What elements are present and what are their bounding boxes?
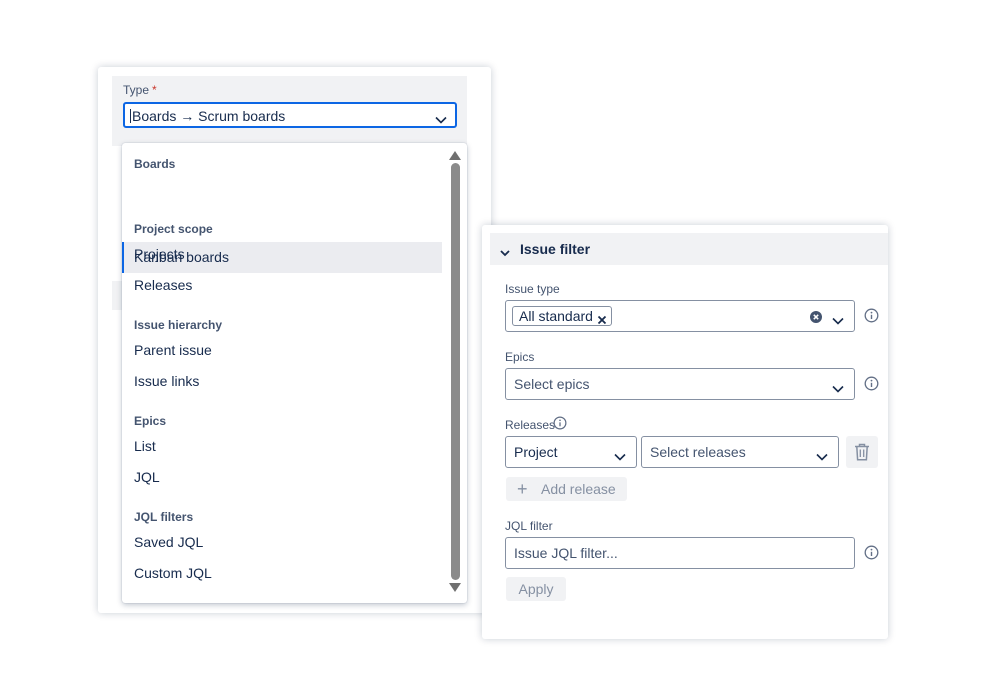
release-scope-select[interactable]: Project	[505, 436, 637, 468]
type-field-label: Type *	[123, 83, 157, 97]
add-release-label: Add release	[541, 481, 616, 497]
chevron-down-icon[interactable]	[816, 448, 828, 466]
section-title: Issue filter	[520, 241, 591, 257]
epics-label: Epics	[505, 350, 535, 364]
type-options-menu: Boards Kanban boards Project scope Proje…	[122, 143, 467, 603]
add-release-button[interactable]: + Add release	[506, 477, 627, 501]
chip-label: All standard	[519, 308, 593, 324]
option-saved-jql[interactable]: Saved JQL	[122, 527, 442, 558]
releases-label: Releases	[505, 418, 556, 432]
group-label-issue-hierarchy: Issue hierarchy	[134, 318, 223, 332]
info-icon[interactable]	[553, 416, 567, 435]
option-list[interactable]: List	[122, 431, 442, 462]
option-jql[interactable]: JQL	[122, 462, 442, 493]
group-label-project-scope: Project scope	[134, 222, 213, 236]
info-icon[interactable]	[864, 376, 879, 396]
releases-select[interactable]: Select releases	[641, 436, 839, 468]
trash-icon	[855, 443, 869, 461]
type-config-card: Type * Boards → Scrum boards Boards Kanba…	[98, 67, 491, 613]
apply-button[interactable]: Apply	[506, 577, 566, 601]
option-issue-links[interactable]: Issue links	[122, 366, 442, 397]
epics-select[interactable]: Select epics	[505, 368, 855, 400]
chevron-down-icon[interactable]	[832, 380, 844, 398]
issue-type-label: Issue type	[505, 282, 560, 296]
chevron-down-icon[interactable]	[832, 312, 844, 330]
delete-release-button[interactable]	[846, 436, 878, 468]
group-label-epics: Epics	[134, 414, 167, 428]
option-releases[interactable]: Releases	[122, 270, 442, 301]
group-label-jql-filters: JQL filters	[134, 510, 194, 524]
text-cursor	[130, 109, 131, 123]
plus-icon: +	[517, 479, 528, 499]
epics-placeholder: Select epics	[514, 376, 590, 392]
jql-filter-label: JQL filter	[505, 519, 553, 533]
chevron-down-icon[interactable]	[435, 111, 447, 129]
option-custom-jql[interactable]: Custom JQL	[122, 558, 442, 589]
chevron-down-icon[interactable]	[614, 448, 626, 466]
issue-filter-header[interactable]: Issue filter	[490, 233, 888, 265]
releases-placeholder: Select releases	[650, 444, 746, 460]
option-parent-issue[interactable]: Parent issue	[122, 335, 442, 366]
issue-type-chip: All standard	[512, 306, 612, 326]
type-select-value: Boards → Scrum boards	[132, 108, 286, 124]
scroll-down-arrow-icon[interactable]	[449, 579, 461, 597]
group-label-boards: Boards	[134, 157, 176, 171]
clear-selection-icon[interactable]	[810, 310, 822, 328]
scrollbar-thumb[interactable]	[451, 163, 460, 580]
release-scope-value: Project	[514, 444, 558, 460]
jql-filter-input[interactable]: Issue JQL filter...	[505, 537, 855, 569]
option-projects[interactable]: Projects	[122, 239, 442, 270]
issue-filter-card: Issue filter Issue type All standard Epi…	[482, 225, 888, 639]
issue-type-select[interactable]: All standard	[505, 300, 855, 332]
remove-chip-icon[interactable]	[597, 311, 607, 329]
jql-filter-placeholder: Issue JQL filter...	[514, 545, 618, 561]
required-marker: *	[152, 83, 157, 97]
info-icon[interactable]	[864, 545, 879, 565]
type-select[interactable]: Boards → Scrum boards	[123, 102, 457, 128]
chevron-down-icon[interactable]	[500, 244, 510, 262]
info-icon[interactable]	[864, 308, 879, 328]
